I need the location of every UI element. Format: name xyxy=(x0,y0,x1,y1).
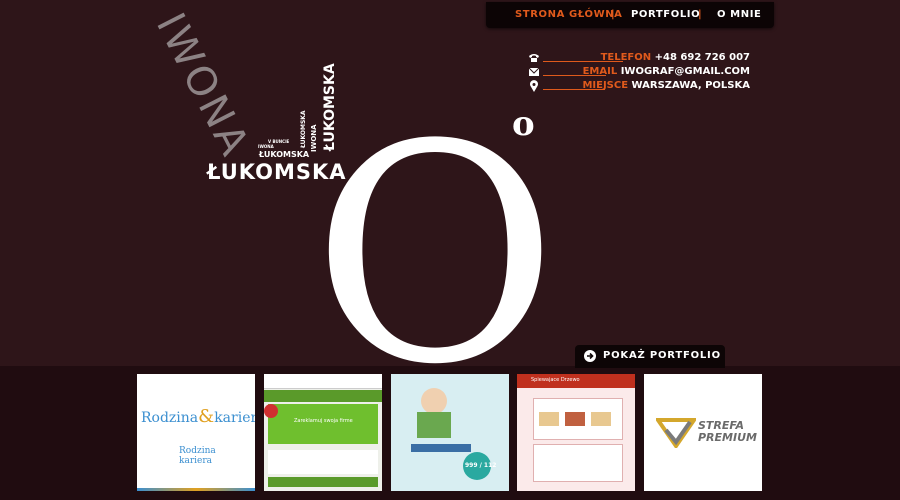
contact-place-value: WARSZAWA, POLSKA xyxy=(631,80,750,91)
contact-phone-value: +48 692 726 007 xyxy=(654,52,750,63)
logo-small-word: IWONA xyxy=(258,144,274,149)
thumb-content xyxy=(268,450,378,474)
nav-separator: | xyxy=(611,9,616,20)
logo-small-word: V BUNCIE xyxy=(268,139,290,144)
portfolio-thumb-strefa-premium[interactable]: STREFA PREMIUM xyxy=(644,374,762,491)
portfolio-thumb-spiewajace-drzewo[interactable]: Spiewajace Drzewo xyxy=(517,374,635,491)
thumb-title: Spiewajace Drzewo xyxy=(531,377,580,383)
nav-separator: | xyxy=(698,9,703,20)
thumb-title: Rodzina&kariera xyxy=(141,406,255,427)
nav-strona-glowna[interactable]: STRONA GŁÓWNA xyxy=(515,9,623,20)
logo-small-word: IWONA xyxy=(310,124,318,152)
portfolio-thumb-reklama[interactable]: Zareklamuj swoja firme xyxy=(264,374,382,491)
thumb-figure-head xyxy=(421,388,447,414)
logo-small-word: ŁUKOMSKA xyxy=(300,110,307,148)
logo-word-lukomska-vertical: ŁUKOMSKA xyxy=(322,63,338,151)
nav-o-mnie[interactable]: O MNIE xyxy=(717,9,761,20)
contact-email-key: EMAIL xyxy=(582,66,618,77)
thumb-figure-body xyxy=(417,412,451,438)
show-portfolio-button[interactable]: POKAŻ PORTFOLIO xyxy=(575,345,725,368)
main-nav: STRONA GŁÓWNA | PORTFOLIO | O MNIE xyxy=(486,2,774,28)
contact-place: MIEJSCE WARSZAWA, POLSKA xyxy=(582,80,750,91)
strefa-premium-logo-icon xyxy=(656,418,696,448)
logo-degree-mark: o xyxy=(512,104,535,144)
thumb-nav xyxy=(264,390,382,402)
arrow-right-icon xyxy=(584,350,596,362)
thumb-subtitle: Rodzina kariera xyxy=(179,446,216,466)
nav-portfolio[interactable]: PORTFOLIO xyxy=(631,9,700,20)
contact-email: EMAIL IWOGRAF@GMAIL.COM xyxy=(583,66,750,77)
thumb-badge xyxy=(264,404,278,418)
thumb-title: Zareklamuj swoja firme xyxy=(294,418,353,424)
phone-icon xyxy=(529,54,539,62)
contact-phone: TELEFON +48 692 726 007 xyxy=(601,52,750,63)
logo-big-o: O xyxy=(312,81,558,430)
portfolio-thumb-999-112[interactable]: 999 / 112 xyxy=(391,374,509,491)
show-portfolio-label: POKAŻ PORTFOLIO xyxy=(603,350,721,361)
thumb-product-image xyxy=(565,412,585,426)
logo-small-word: ŁUKOMSKA xyxy=(259,150,310,159)
thumb-title: 999 / 112 xyxy=(465,462,497,469)
thumb-title: STREFA PREMIUM xyxy=(698,419,757,444)
logo-word-lukomska: ŁUKOMSKA xyxy=(207,160,347,184)
thumb-footer xyxy=(268,477,378,487)
thumb-product-image xyxy=(539,412,559,426)
contact-email-value[interactable]: IWOGRAF@GMAIL.COM xyxy=(621,66,750,77)
thumb-figure-lying xyxy=(411,444,471,452)
thumb-header xyxy=(264,374,382,389)
contact-phone-key: TELEFON xyxy=(600,52,652,63)
thumb-content xyxy=(533,444,623,482)
portfolio-thumb-rodzina-kariera[interactable]: Rodzina&kariera Rodzinakariera xyxy=(137,374,255,491)
thumb-product-image xyxy=(591,412,611,426)
thumb-stripe xyxy=(137,488,255,491)
contact-place-key: MIEJSCE xyxy=(582,80,629,91)
thumb-banner xyxy=(268,404,378,444)
envelope-icon xyxy=(528,67,540,76)
